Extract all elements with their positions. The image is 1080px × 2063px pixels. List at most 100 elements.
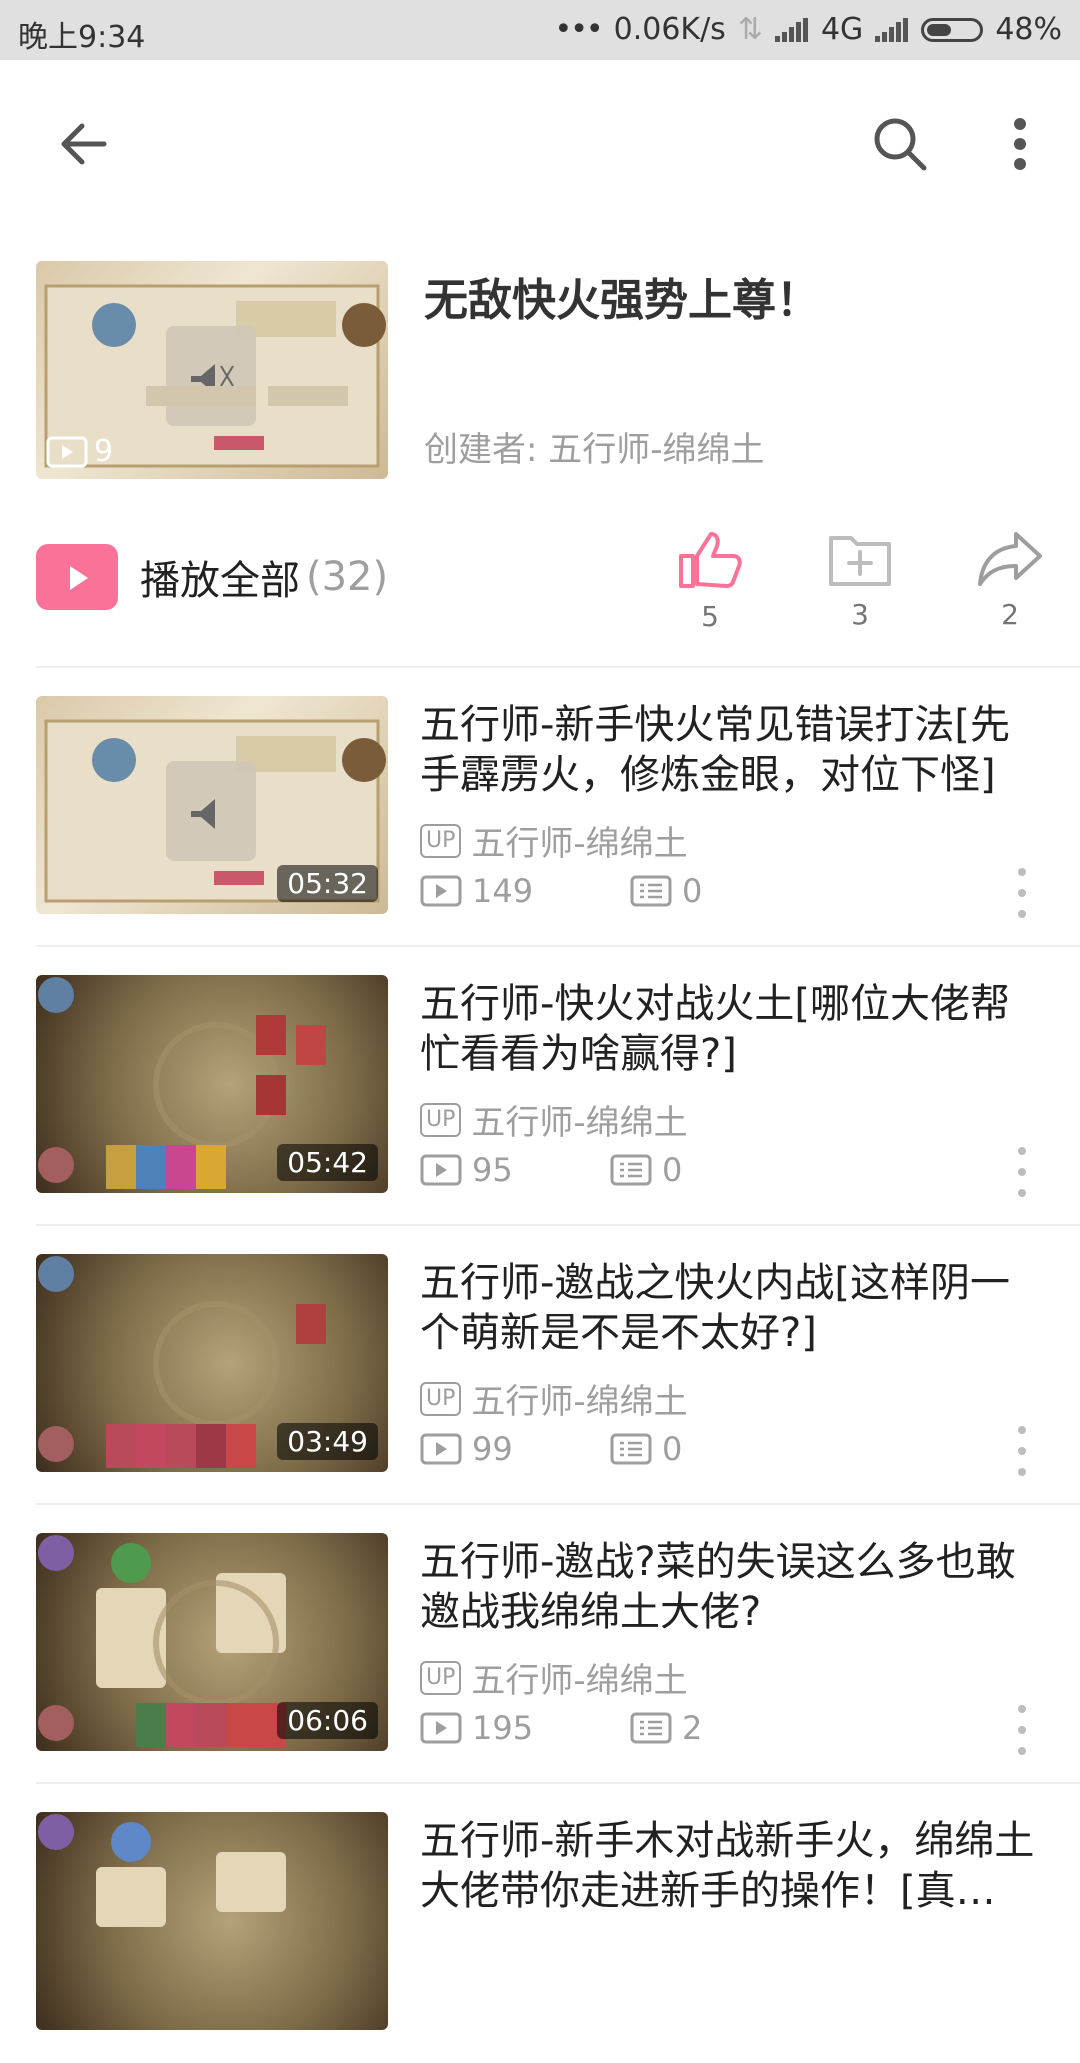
data-arrows-icon: ⇅ — [737, 12, 763, 47]
video-stats: 99 0 — [420, 1430, 682, 1468]
comment-count: 0 — [610, 1151, 682, 1189]
more-dot-icon — [1018, 1189, 1026, 1197]
play-count-value: 95 — [472, 1151, 513, 1189]
uploader[interactable]: UP 五行师-绵绵土 — [420, 816, 688, 865]
play-box-icon — [420, 1712, 462, 1744]
network-speed: 0.06K/s — [613, 12, 726, 47]
list-item[interactable]: 03:49 五行师-邀战之快火内战[这样阴一个萌新是不是不太好?] UP 五行师… — [0, 1226, 1080, 1505]
play-all-count: (32) — [306, 554, 389, 600]
uploader[interactable]: UP 五行师-绵绵土 — [420, 1653, 688, 1702]
more-dot-icon — [1018, 1747, 1026, 1755]
list-item[interactable]: 五行师-新手木对战新手火，绵绵土大佬带你走进新手的操作！[真… — [0, 1784, 1080, 2063]
video-stats: 195 2 — [420, 1709, 702, 1747]
list-item[interactable]: 05:32 五行师-新手快火常见错误打法[先手霹雳火，修炼金眼，对位下怪] UP… — [0, 668, 1080, 947]
play-count-value: 195 — [472, 1709, 534, 1747]
action-row: 播放全部 (32) 5 3 2 — [0, 520, 1080, 660]
more-dot-icon — [1018, 1705, 1026, 1713]
more-dot-icon — [1018, 910, 1026, 918]
signal-icon-2 — [875, 17, 909, 42]
like-count: 5 — [701, 600, 719, 633]
video-title: 五行师-新手快火常见错误打法[先手霹雳火，修炼金眼，对位下怪] — [420, 702, 1011, 798]
thumb-up-icon — [679, 532, 742, 588]
more-dot-icon — [1018, 889, 1026, 897]
uploader[interactable]: UP 五行师-绵绵土 — [420, 1095, 688, 1144]
share-button[interactable]: 2 — [960, 528, 1060, 631]
playlist-creator[interactable]: 创建者: 五行师-绵绵土 — [424, 422, 765, 471]
video-thumbnail: 06:06 — [36, 1533, 388, 1751]
up-badge-icon: UP — [420, 1660, 462, 1695]
more-dot-icon — [1018, 1468, 1026, 1476]
comment-count-value: 0 — [662, 1151, 683, 1189]
play-box-icon — [46, 436, 88, 467]
status-time: 晚上9:34 — [18, 20, 146, 55]
video-duration: 06:06 — [277, 1702, 378, 1739]
more-dot-icon — [1018, 1147, 1026, 1155]
video-thumbnail: 05:42 — [36, 975, 388, 1193]
thumbnail-image — [38, 1814, 286, 1927]
danmaku-icon — [610, 1154, 652, 1186]
more-dot-icon — [1018, 1726, 1026, 1734]
comment-count-value: 2 — [682, 1709, 703, 1747]
up-badge-icon: UP — [420, 823, 462, 858]
uploader-name: 五行师-绵绵土 — [471, 1382, 688, 1422]
arrow-left-icon — [61, 123, 107, 165]
battery-icon — [921, 17, 984, 42]
playlist-title: 无敌快火强势上尊！ — [424, 275, 820, 326]
video-thumbnail — [36, 1812, 388, 2030]
video-thumbnail: 03:49 — [36, 1254, 388, 1472]
up-badge-icon: UP — [420, 1102, 462, 1137]
up-badge-icon: UP — [420, 1381, 462, 1416]
more-vertical-icon — [1014, 118, 1026, 170]
video-count-badge: 9 — [46, 434, 113, 469]
video-duration: 05:32 — [277, 865, 378, 902]
more-dot-icon — [1018, 1426, 1026, 1434]
uploader-name: 五行师-绵绵土 — [471, 1661, 688, 1701]
comment-count: 0 — [630, 872, 702, 910]
video-title: 五行师-邀战之快火内战[这样阴一个萌新是不是不太好?] — [420, 1260, 1011, 1356]
more-dot-icon — [1018, 1168, 1026, 1176]
play-box-icon — [420, 1433, 462, 1465]
search-icon — [874, 118, 927, 171]
item-more-button[interactable] — [1012, 868, 1032, 918]
video-duration: 03:49 — [277, 1423, 378, 1460]
folder-add-icon — [829, 536, 891, 586]
network-type: 4G — [820, 12, 864, 47]
item-more-button[interactable] — [1012, 1147, 1032, 1197]
favorite-button[interactable]: 3 — [810, 528, 910, 631]
danmaku-icon — [630, 875, 672, 907]
video-duration: 05:42 — [277, 1144, 378, 1181]
favorite-count: 3 — [851, 598, 869, 631]
video-title: 五行师-快火对战火土[哪位大佬帮忙看看为啥赢得?] — [420, 981, 1011, 1077]
play-box-icon — [420, 1154, 462, 1186]
list-item[interactable]: 06:06 五行师-邀战?菜的失误这么多也敢邀战我绵绵土大佬? UP 五行师-绵… — [0, 1505, 1080, 1784]
play-count-value: 149 — [472, 872, 534, 910]
list-item[interactable]: 05:42 五行师-快火对战火土[哪位大佬帮忙看看为啥赢得?] UP 五行师-绵… — [0, 947, 1080, 1226]
more-dots-icon: ••• — [554, 12, 604, 47]
more-dot-icon — [1018, 1447, 1026, 1455]
item-more-button[interactable] — [1012, 1705, 1032, 1755]
danmaku-icon — [610, 1433, 652, 1465]
comment-count-value: 0 — [662, 1430, 683, 1468]
item-more-button[interactable] — [1012, 1426, 1032, 1476]
video-stats: 149 0 — [420, 872, 702, 910]
video-stats: 95 0 — [420, 1151, 682, 1189]
play-count: 195 — [420, 1709, 630, 1747]
danmaku-icon — [630, 1712, 672, 1744]
playlist-cover[interactable]: 9 — [36, 261, 388, 479]
video-thumbnail: 05:32 — [36, 696, 388, 914]
play-all-button[interactable]: 播放全部 (32) — [36, 544, 388, 610]
play-count: 95 — [420, 1151, 610, 1189]
uploader[interactable]: UP 五行师-绵绵土 — [420, 1374, 688, 1423]
like-button[interactable]: 5 — [660, 528, 760, 633]
comment-count: 0 — [610, 1430, 682, 1468]
video-list: 05:32 五行师-新手快火常见错误打法[先手霹雳火，修炼金眼，对位下怪] UP… — [0, 668, 1080, 2063]
more-button[interactable] — [984, 108, 1056, 180]
play-all-label: 播放全部 — [140, 558, 300, 604]
share-count: 2 — [1001, 598, 1019, 631]
toolbar — [0, 60, 1080, 228]
video-title: 五行师-新手木对战新手火，绵绵土大佬带你走进新手的操作！[真… — [420, 1818, 1035, 1914]
tv-play-icon — [36, 544, 118, 610]
search-button[interactable] — [864, 108, 936, 180]
play-count-value: 99 — [472, 1430, 513, 1468]
back-button[interactable] — [48, 108, 120, 180]
